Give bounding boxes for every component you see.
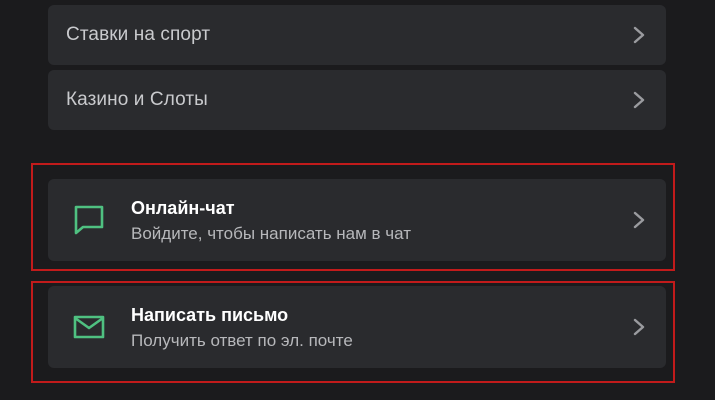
chat-bubble-icon [74,205,104,235]
menu-item-label: Ставки на спорт [66,24,211,45]
online-chat-button[interactable]: Онлайн-чат Войдите, чтобы написать нам в… [48,179,666,261]
envelope-icon [73,315,105,339]
menu-item-casino-slots[interactable]: Казино и Слоты [48,70,666,130]
chevron-right-icon [633,91,645,109]
write-email-subtitle: Получить ответ по эл. почте [131,331,353,350]
chevron-right-icon [633,211,645,229]
write-email-title: Написать письмо [131,305,289,325]
chevron-right-icon [633,318,645,336]
menu-item-label: Казино и Слоты [66,89,208,110]
support-screen: Ставки на спорт Казино и Слоты Онлайн-ча… [0,0,715,400]
online-chat-subtitle: Войдите, чтобы написать нам в чат [131,224,412,243]
online-chat-title: Онлайн-чат [131,198,235,218]
menu-item-sports-betting[interactable]: Ставки на спорт [48,5,666,65]
write-email-button[interactable]: Написать письмо Получить ответ по эл. по… [48,286,666,368]
chevron-right-icon [633,26,645,44]
